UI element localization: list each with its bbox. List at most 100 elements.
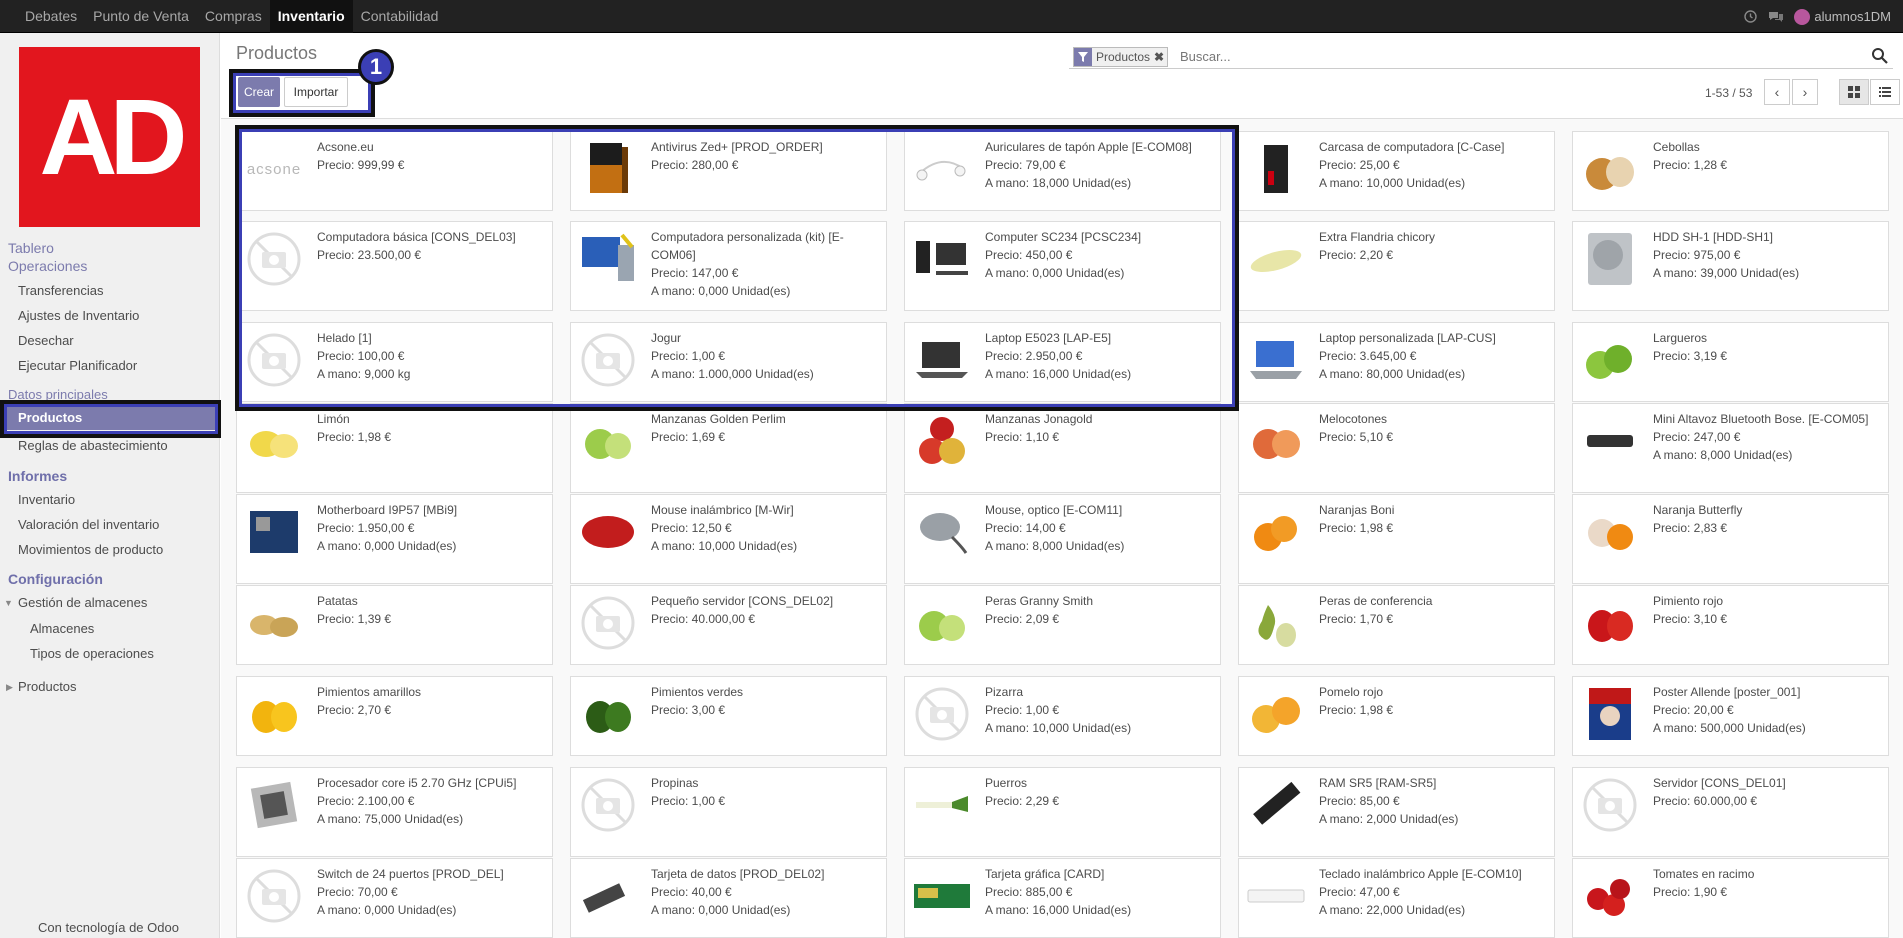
search-icon[interactable]: [1871, 47, 1891, 67]
product-card[interactable]: Pimiento rojo Precio: 3,10 €: [1572, 585, 1889, 665]
pager-previous-button[interactable]: ‹: [1764, 79, 1790, 105]
product-card[interactable]: Helado [1] Precio: 100,00 € A mano: 9,000 …: [236, 322, 553, 402]
nav-inventario[interactable]: Inventario: [269, 0, 353, 33]
product-card[interactable]: Computer SC234 [PCSC234] Precio: 450,00 €…: [904, 221, 1221, 311]
product-card[interactable]: Poster Allende [poster_001] Precio: 20,00…: [1572, 676, 1889, 756]
menu-tablero[interactable]: Tablero: [8, 240, 54, 256]
product-card[interactable]: Pequeño servidor [CONS_DEL02] Precio: 40.…: [570, 585, 887, 665]
nav-compras[interactable]: Compras: [197, 0, 270, 33]
product-price: Precio: 2,20 €: [1319, 248, 1394, 262]
tomato-icon: [1579, 865, 1641, 927]
product-card[interactable]: Manzanas Golden Perlim Precio: 1,69 €: [570, 403, 887, 493]
product-stock: A mano: 16,000 Unidad(es): [985, 903, 1132, 917]
create-button[interactable]: Crear: [238, 77, 280, 107]
search-input[interactable]: Buscar...: [1180, 49, 1231, 64]
product-card[interactable]: Antivirus Zed+ [PROD_ORDER] Precio: 280,0…: [570, 131, 887, 211]
menu-productos[interactable]: Productos: [6, 406, 216, 430]
list-view-button[interactable]: [1870, 79, 1900, 105]
product-card[interactable]: Motherboard I9P57 [MBi9] Precio: 1.950,00…: [236, 494, 553, 584]
placeholder-image-icon: [577, 774, 639, 836]
product-card[interactable]: Pimientos amarillos Precio: 2,70 €: [236, 676, 553, 756]
chat-icon[interactable]: [1768, 9, 1784, 25]
product-price: Precio: 60.000,00 €: [1653, 794, 1758, 808]
menu-transferencias[interactable]: Transferencias: [18, 283, 104, 298]
menu-desechar[interactable]: Desechar: [18, 333, 74, 348]
product-card[interactable]: RAM SR5 [RAM-SR5] Precio: 85,00 € A mano: …: [1238, 767, 1555, 857]
menu-reglas-abastecimiento[interactable]: Reglas de abastecimiento: [18, 438, 168, 453]
product-card[interactable]: Naranjas Boni Precio: 1,98 €: [1238, 494, 1555, 584]
product-card[interactable]: Pizarra Precio: 1,00 € A mano: 10,000 Unid…: [904, 676, 1221, 756]
product-card[interactable]: Auriculares de tapón Apple [E-COM08] Prec…: [904, 131, 1221, 211]
user-menu[interactable]: alumnos1DM: [1794, 8, 1891, 25]
product-price: Precio: 2,09 €: [985, 612, 1060, 626]
company-logo[interactable]: AD: [19, 47, 200, 227]
product-card[interactable]: Computadora básica [CONS_DEL03] Precio: 2…: [236, 221, 553, 311]
product-card[interactable]: Tarjeta de datos [PROD_DEL02] Precio: 40,…: [570, 858, 887, 938]
product-card[interactable]: Servidor [CONS_DEL01] Precio: 60.000,00 €: [1572, 767, 1889, 857]
product-card[interactable]: Laptop personalizada [LAP-CUS] Precio: 3.…: [1238, 322, 1555, 402]
product-card[interactable]: Propinas Precio: 1,00 €: [570, 767, 887, 857]
product-card[interactable]: HDD SH-1 [HDD-SH1] Precio: 975,00 € A mano…: [1572, 221, 1889, 311]
product-name: Pimiento rojo: [1653, 594, 1724, 608]
clock-icon[interactable]: [1742, 9, 1758, 25]
menu-movimientos[interactable]: Movimientos de producto: [18, 542, 163, 557]
product-card[interactable]: Melocotones Precio: 5,10 €: [1238, 403, 1555, 493]
product-card[interactable]: Peras Granny Smith Precio: 2,09 €: [904, 585, 1221, 665]
product-card[interactable]: Largueros Precio: 3,19 €: [1572, 322, 1889, 402]
product-card[interactable]: Teclado inalámbrico Apple [E-COM10] Preci…: [1238, 858, 1555, 938]
nav-contabilidad[interactable]: Contabilidad: [353, 0, 447, 33]
nav-debates[interactable]: Debates: [17, 0, 85, 33]
menu-almacenes[interactable]: Almacenes: [30, 621, 94, 636]
import-button[interactable]: Importar: [284, 77, 348, 107]
motherboard-icon: [243, 501, 305, 563]
kanban-view-button[interactable]: [1839, 79, 1869, 105]
menu-productos-config[interactable]: Productos: [18, 679, 77, 694]
product-card[interactable]: Computadora personalizada (kit) [E-COM06…: [570, 221, 887, 311]
product-name: Jogur: [651, 331, 682, 345]
menu-gestion-almacenes[interactable]: Gestión de almacenes: [18, 595, 147, 610]
pager-value[interactable]: 1-53 / 53: [1705, 86, 1752, 100]
product-name: Tomates en racimo: [1653, 867, 1755, 881]
menu-ejecutar-planificador[interactable]: Ejecutar Planificador: [18, 358, 137, 373]
product-card[interactable]: Tarjeta gráfica [CARD] Precio: 885,00 € A …: [904, 858, 1221, 938]
nav-punto-de-venta[interactable]: Punto de Venta: [85, 0, 197, 33]
powered-by[interactable]: Con tecnología de Odoo: [38, 920, 179, 935]
product-info: Pomelo rojo Precio: 1,98 €: [1319, 683, 1549, 719]
product-card[interactable]: Limón Precio: 1,98 €: [236, 403, 553, 493]
product-card[interactable]: Mini Altavoz Bluetooth Bose. [E-COM05] Pr…: [1572, 403, 1889, 493]
product-card[interactable]: Tomates en racimo Precio: 1,90 €: [1572, 858, 1889, 938]
product-card[interactable]: Mouse inalámbrico [M-Wir] Precio: 12,50 €…: [570, 494, 887, 584]
product-card[interactable]: acsone Acsone.eu Precio: 999,99 €: [236, 131, 553, 211]
product-card[interactable]: Carcasa de computadora [C-Case] Precio: 2…: [1238, 131, 1555, 211]
product-card[interactable]: Procesador core i5 2.70 GHz [CPUi5] Preci…: [236, 767, 553, 857]
product-name: Computadora básica [CONS_DEL03]: [317, 230, 516, 244]
product-card[interactable]: Jogur Precio: 1,00 € A mano: 1.000,000 Uni…: [570, 322, 887, 402]
product-card[interactable]: Mouse, optico [E-COM11] Precio: 14,00 € A …: [904, 494, 1221, 584]
product-card[interactable]: Manzanas Jonagold Precio: 1,10 €: [904, 403, 1221, 493]
product-info: Jogur Precio: 1,00 € A mano: 1.000,000 Uni…: [651, 329, 881, 383]
graphics-card-icon: [911, 865, 973, 927]
product-card[interactable]: Pomelo rojo Precio: 1,98 €: [1238, 676, 1555, 756]
product-card[interactable]: Puerros Precio: 2,29 €: [904, 767, 1221, 857]
pager-next-button[interactable]: ›: [1792, 79, 1818, 105]
main-content: Productos Crear Importar 1 Productos ✖ B…: [221, 33, 1903, 938]
product-card[interactable]: Cebollas Precio: 1,28 €: [1572, 131, 1889, 211]
remove-facet-icon[interactable]: ✖: [1154, 50, 1167, 64]
menu-valoracion[interactable]: Valoración del inventario: [18, 517, 159, 532]
menu-tipos-operaciones[interactable]: Tipos de operaciones: [30, 646, 154, 661]
product-info: Limón Precio: 1,98 €: [317, 410, 547, 446]
product-name: Naranjas Boni: [1319, 503, 1395, 517]
product-card[interactable]: Peras de conferencia Precio: 1,70 €: [1238, 585, 1555, 665]
menu-inventario-report[interactable]: Inventario: [18, 492, 75, 507]
product-card[interactable]: Extra Flandria chicory Precio: 2,20 €: [1238, 221, 1555, 311]
placeholder-image-icon: [243, 865, 305, 927]
product-stock: A mano: 80,000 Unidad(es): [1319, 367, 1466, 381]
product-card[interactable]: Patatas Precio: 1,39 €: [236, 585, 553, 665]
red-apple-icon: [911, 410, 973, 472]
product-card[interactable]: Naranja Butterfly Precio: 2,83 €: [1572, 494, 1889, 584]
product-card[interactable]: Pimientos verdes Precio: 3,00 €: [570, 676, 887, 756]
product-card[interactable]: Switch de 24 puertos [PROD_DEL] Precio: 7…: [236, 858, 553, 938]
product-info: Mouse inalámbrico [M-Wir] Precio: 12,50 €…: [651, 501, 881, 555]
product-card[interactable]: Laptop E5023 [LAP-E5] Precio: 2.950,00 € A…: [904, 322, 1221, 402]
menu-ajustes-inventario[interactable]: Ajustes de Inventario: [18, 308, 139, 323]
